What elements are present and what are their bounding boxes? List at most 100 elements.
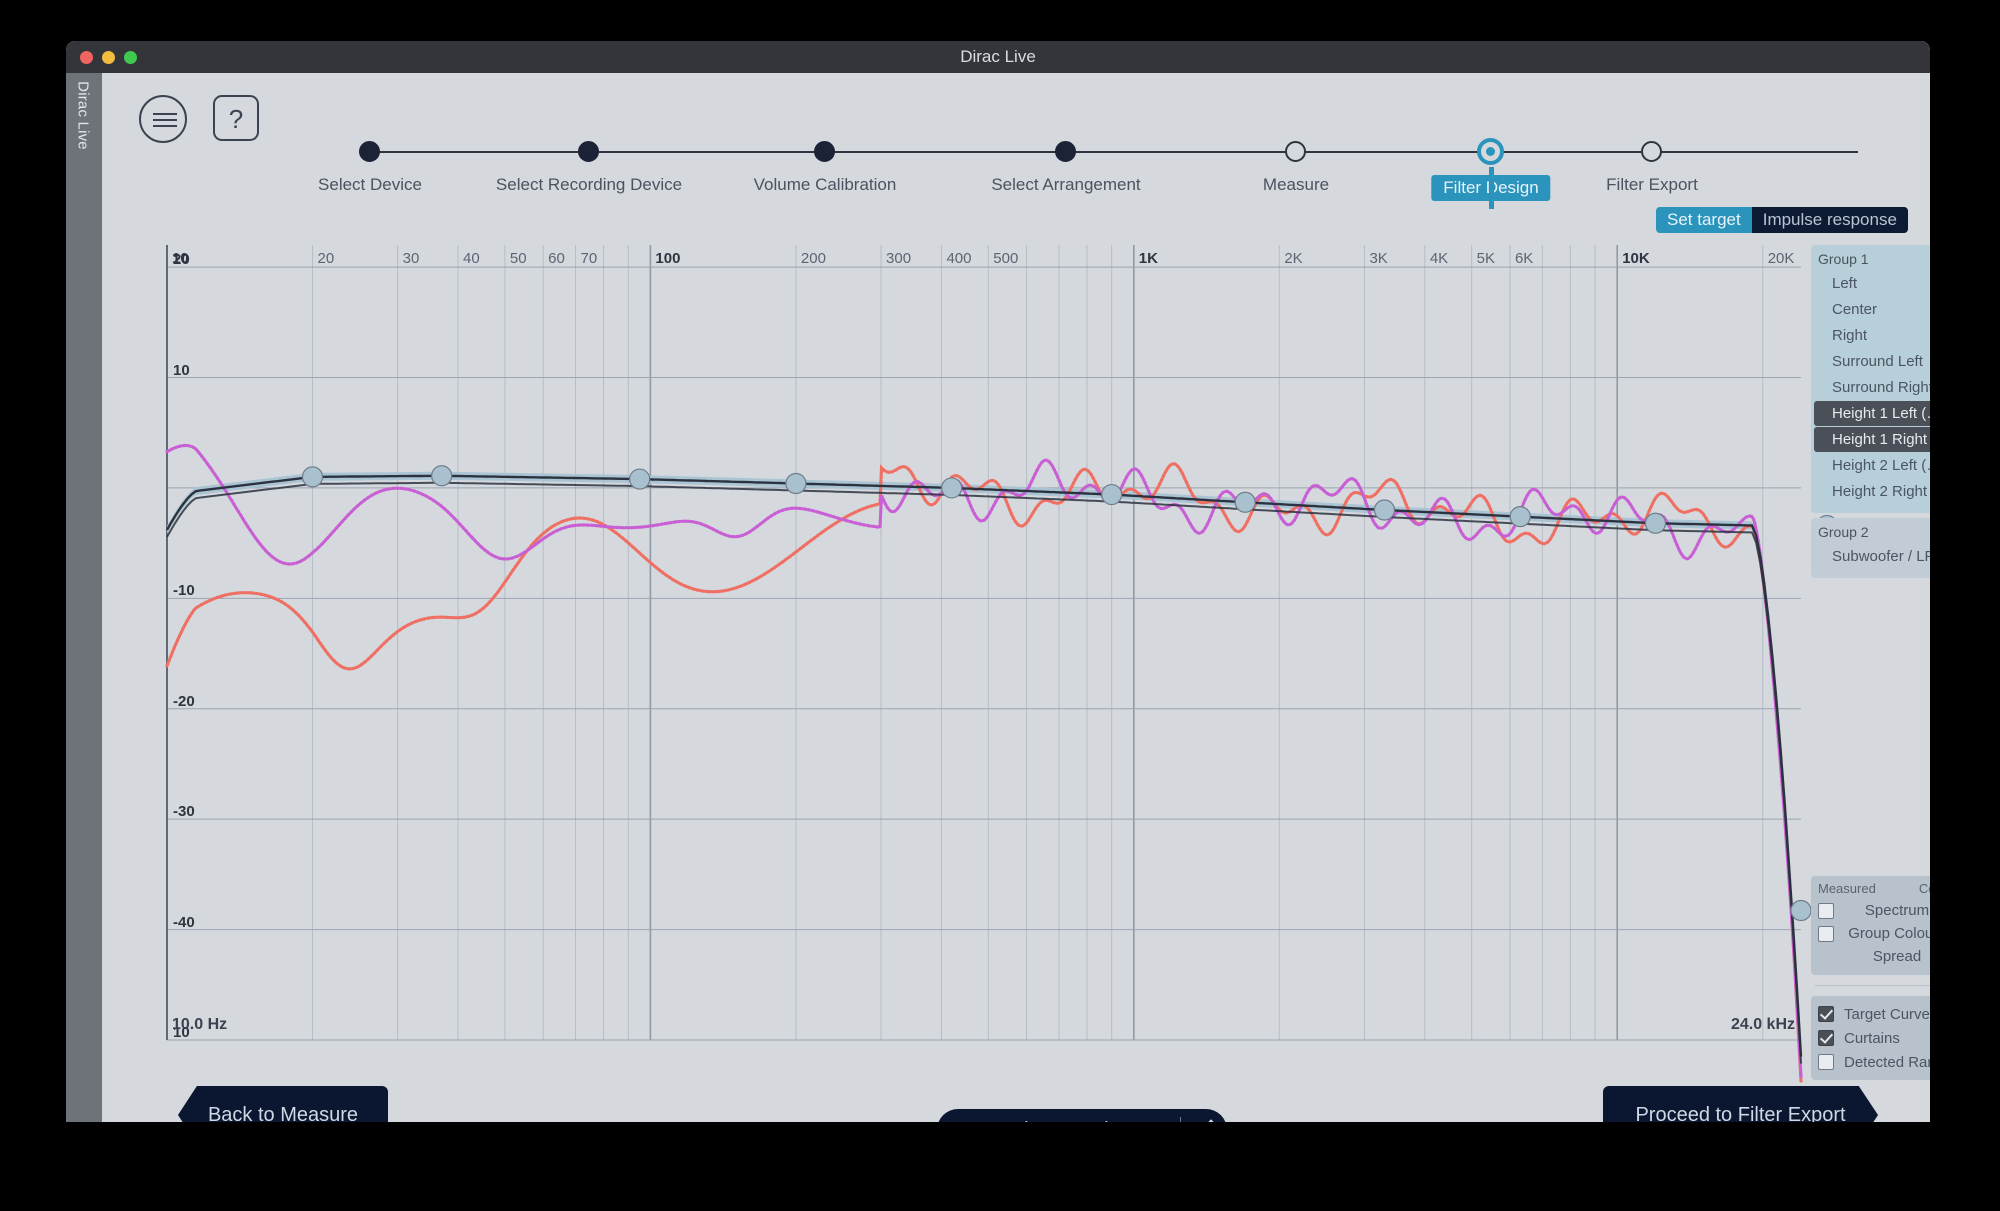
channel-label: Center [1832,301,1878,318]
left-rail: Dirac Live [66,73,102,1122]
x-tick-label: 200 [800,250,826,267]
panel-divider [1815,985,1930,986]
overlay-checkbox[interactable] [1818,1006,1834,1022]
step-knob-icon[interactable] [578,141,599,162]
target-control-point[interactable] [1509,506,1531,528]
overlay-option-row: Target Curve [1818,1002,1930,1026]
step-knob-icon[interactable] [814,141,835,162]
y-tick-label: -20 [173,692,195,710]
channel-group-2: Group 2 Subwoofer / LFE [1811,518,1930,578]
overlay-checkbox[interactable] [1818,1030,1834,1046]
step-label: Select Device [318,175,422,194]
step-label: Select Recording Device [495,175,683,194]
channel-label: Surround Right [1832,379,1930,396]
target-control-point[interactable] [431,465,453,487]
chart-range-max: 24.0 kHz [1730,1016,1795,1033]
window-title: Dirac Live [960,47,1036,66]
channel-row[interactable]: Subwoofer / LFE [1814,544,1930,569]
target-control-point[interactable] [1234,491,1256,513]
target-control-point[interactable] [1790,899,1812,922]
help-button[interactable]: ? [213,95,259,141]
target-control-point[interactable] [301,466,324,488]
channel-row[interactable]: Height 2 Right … [1814,479,1930,504]
step-connector [1488,167,1494,209]
channel-row[interactable]: Height 1 Right … [1814,427,1930,452]
channel-row[interactable]: Right [1814,323,1930,348]
app-rail-tab[interactable]: Dirac Live [66,73,102,177]
take-snapshot-button[interactable]: Take snapshot [937,1109,1227,1122]
step-knob-icon[interactable] [1477,138,1504,165]
display-option-row: Spectrum [1818,899,1930,922]
x-tick-label: 500 [993,250,1019,267]
channel-group-1: Group 1 Left Center Right Surround Left Surro… [1811,245,1930,513]
y-tick-label: -40 [173,913,195,931]
step-knob-icon[interactable] [359,141,380,162]
target-control-point[interactable] [1644,512,1667,534]
overlay-option-label: Curtains [1844,1029,1900,1047]
x-tick-label: 5K [1476,250,1496,267]
channel-panel: Group 1 Left Center Right Surround Left Surro… [1811,245,1930,583]
x-tick-label: 40 [463,250,480,267]
chart-canvas[interactable] [165,245,1838,1083]
overlay-option-label: Detected Range [1844,1053,1930,1071]
target-control-point[interactable] [785,472,807,495]
display-option-label: Spread [1872,948,1922,965]
chart-range-min: 10.0 Hz [172,1016,228,1033]
subtab-set-target[interactable]: Set target [1656,207,1752,233]
target-control-point[interactable] [1373,499,1396,521]
col-corrected-label: Corrected [1918,881,1930,896]
subtab-impulse-response[interactable]: Impulse response [1751,207,1908,233]
step-knob-icon[interactable] [1285,141,1306,162]
measured-checkbox[interactable] [1818,925,1834,942]
overlay-option-row: Detected Range [1818,1050,1930,1074]
x-tick-label: 20K [1767,250,1795,267]
overlay-option-row: Curtains [1818,1026,1930,1050]
hamburger-icon[interactable] [139,95,187,143]
channel-row[interactable]: Height 1 Left (… [1814,401,1930,426]
channel-label: Height 2 Right … [1832,483,1930,500]
step-label: Filter Export [1606,175,1698,194]
target-control-point[interactable] [1101,483,1123,506]
step-knob-icon[interactable] [1055,141,1076,162]
step-label: Select Arrangement [991,175,1141,194]
app-window: Dirac Live Dirac Live ? Select Device Sel… [66,41,1930,1122]
x-tick-label: 400 [946,250,972,267]
measurement-trace-height1-left [165,443,1803,1078]
frequency-response-chart[interactable]: 10 20 30 40 50 60 70 100 200 300 400 500 1K 2K 3K 4K 5K 6… [165,245,1838,1083]
app-rail-label: Dirac Live [74,81,92,150]
display-options-panel: Measured Corrected Spectrum Group Colours… [1811,876,1930,1080]
display-option-row: Group Colours [1818,922,1930,945]
group-title: Group 2 [1818,524,1869,540]
back-to-measure-button[interactable]: Back to Measure [178,1086,388,1122]
proceed-button-label: Proceed to Filter Export [1635,1103,1846,1123]
channel-row[interactable]: Center [1814,297,1930,322]
x-tick-label: 50 [509,250,527,267]
target-control-point[interactable] [941,477,963,499]
channel-row[interactable]: Left [1814,271,1930,296]
filter-design-subtabs[interactable]: Set target Impulse response [1656,207,1908,233]
x-tick-label: 3K [1369,250,1388,267]
overlay-options-box: Target Curve Curtains Detected Range [1811,996,1930,1080]
x-tick-label: 4K [1429,250,1449,267]
window-titlebar: Dirac Live [66,41,1930,73]
y-tick-label: 10 [173,361,190,379]
display-option-row: Spread [1818,945,1930,968]
channel-row[interactable]: Surround Left [1814,349,1930,374]
list-upload-icon[interactable] [1181,1116,1227,1122]
curtain-lower-line [166,481,1802,1064]
y-tick-label: -30 [173,803,195,821]
col-measured-label: Measured [1818,881,1876,896]
step-knob-icon[interactable] [1641,141,1662,162]
x-tick-label: 6K [1514,250,1534,267]
proceed-to-filter-export-button[interactable]: Proceed to Filter Export [1603,1086,1878,1122]
target-control-point[interactable] [629,468,651,490]
channel-row[interactable]: Height 2 Left (… [1814,453,1930,478]
overlay-checkbox[interactable] [1818,1054,1834,1070]
back-button-label: Back to Measure [207,1103,359,1123]
measured-checkbox[interactable] [1818,902,1834,919]
channel-row[interactable]: Surround Right [1814,375,1930,400]
screen-root: Dirac Live Dirac Live ? Select Device Sel… [0,0,2000,1211]
x-tick-label: 100 [655,250,681,267]
group-title: Group 1 [1818,251,1869,267]
x-tick-label: 60 [548,250,565,267]
